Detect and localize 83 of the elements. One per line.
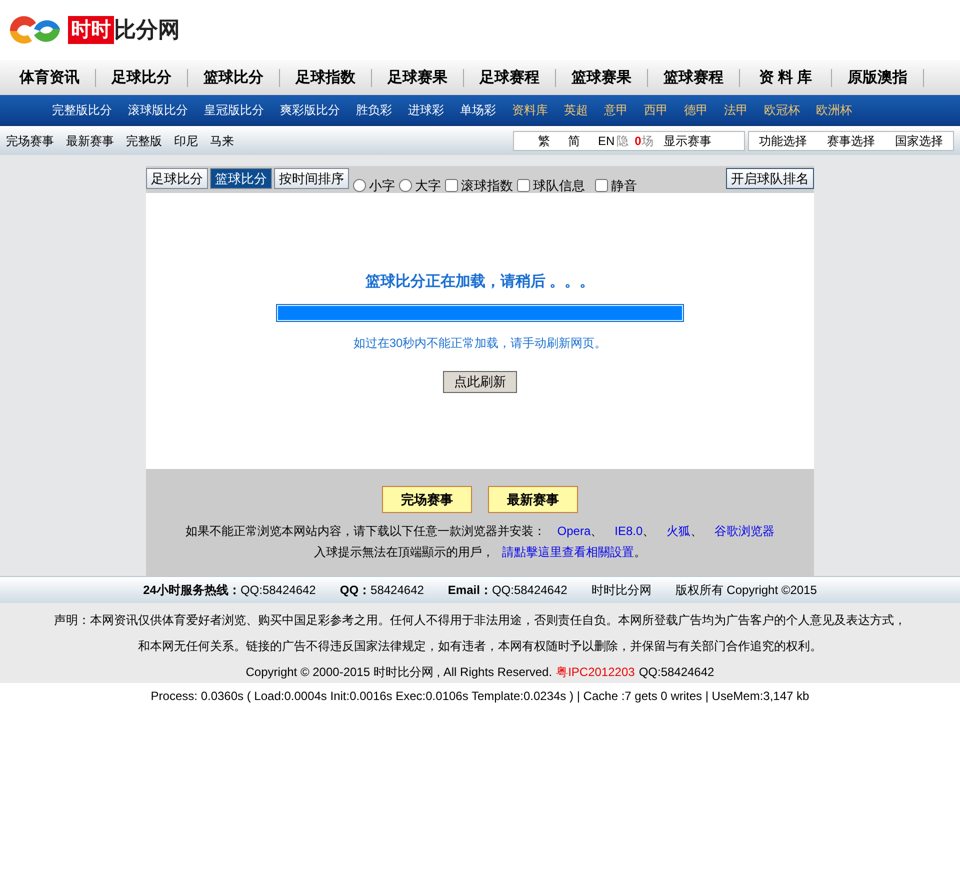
browser-link[interactable]: IE8.0 (614, 524, 643, 538)
nav-link[interactable]: 足球指数 (280, 68, 372, 86)
contact-label: Email： (448, 582, 492, 599)
team-rank-button[interactable]: 开启球队排名 (726, 168, 814, 189)
match-button[interactable]: 完场赛事 (382, 486, 472, 513)
sub-nav-link[interactable]: 皇冠版比分 (196, 101, 272, 119)
match-button[interactable]: 最新赛事 (488, 486, 578, 513)
language-link[interactable]: EN (598, 132, 615, 150)
nav-link[interactable]: 足球比分 (96, 68, 188, 86)
sub-nav-link[interactable]: 法甲 (716, 101, 756, 119)
sub-nav-link[interactable]: 德甲 (676, 101, 716, 119)
loading-hint: 如过在30秒内不能正常加载，请手动刷新网页。 (352, 334, 608, 352)
contact-label: QQ： (340, 582, 371, 599)
alert-note: 入球提示無法在頂端顯示的用戶， (314, 545, 494, 559)
separator: 、 (642, 524, 655, 538)
nav-link[interactable]: 足球赛程 (464, 68, 556, 86)
language-link[interactable]: 繁 (538, 132, 550, 150)
logo-text: 比分网 (114, 16, 180, 44)
contact-value: 58424642 (370, 582, 424, 599)
option-label: 滚球指数 (461, 177, 513, 195)
contact-value: QQ:58424642 (492, 582, 568, 599)
checkbox[interactable] (445, 179, 458, 192)
sub-nav-link[interactable]: 意甲 (596, 101, 636, 119)
hidden-label: 隐 (616, 132, 629, 150)
option-label: 小字 (369, 177, 395, 195)
sub-nav-link[interactable]: 欧洲杯 (808, 101, 860, 119)
score-tab[interactable]: 按时间排序 (274, 168, 349, 189)
disclaimer-text: 声明：本网资讯仅供体育爱好者浏览、购买中国足彩参考之用。任何人不得用于非法用途，否则责任自负。本网所登载广告均为广告客户的个人意见及表达方式， (53, 612, 907, 629)
settings-link[interactable]: 請點擊這里查看相關設置 (502, 545, 634, 559)
sub-nav-link[interactable]: 进球彩 (400, 101, 452, 119)
sub-nav-link[interactable]: 资料库 (504, 101, 556, 119)
separator: 、 (590, 524, 603, 538)
loading-title: 篮球比分正在加载，请稍后 。。。 (364, 272, 596, 292)
copyright-text: Copyright © 2000-2015 时时比分网 , All Rights Reserved. (246, 664, 552, 681)
score-tab[interactable]: 篮球比分 (210, 168, 272, 189)
sub-nav-link[interactable]: 爽彩版比分 (272, 101, 348, 119)
refresh-button[interactable]: 点此刷新 (443, 370, 517, 392)
nav-link[interactable]: 原版澳指 (832, 68, 924, 86)
option-label: 静音 (611, 177, 637, 195)
option-label: 球队信息 (533, 177, 585, 195)
browser-link[interactable]: 火狐 (666, 524, 691, 538)
quick-link[interactable]: 完整版 (126, 132, 162, 150)
disclaimer-text: 和本网无任何关系。链接的广告不得违反国家法律规定，如有违者，本网有权随时予以删除，并保留与有关部门合作追究的权利。 (137, 638, 823, 655)
sub-nav-link[interactable]: 单场彩 (452, 101, 504, 119)
nav-link[interactable]: 篮球比分 (188, 68, 280, 86)
nav-link[interactable]: 篮球赛果 (556, 68, 648, 86)
contact-value: QQ:58424642 (240, 582, 316, 599)
radio-button[interactable] (399, 179, 412, 192)
browser-link[interactable]: Opera (557, 524, 591, 538)
copyright-qq: QQ:58424642 (638, 664, 714, 681)
show-matches-link[interactable]: 显示赛事 (663, 132, 712, 150)
language-link[interactable]: 简 (568, 132, 580, 150)
quick-link[interactable]: 最新赛事 (66, 132, 114, 150)
browser-note: 如果不能正常浏览本网站内容，请下载以下任意一款浏览器并安装： (185, 524, 546, 538)
sub-nav-link[interactable]: 完整版比分 (44, 101, 120, 119)
nav-link[interactable]: 资 料 库 (740, 68, 832, 86)
separator: 、 (690, 524, 703, 538)
hidden-count: 0 (634, 132, 642, 150)
sub-nav-link[interactable]: 西甲 (636, 101, 676, 119)
checkbox[interactable] (517, 179, 530, 192)
hidden-unit: 场 (641, 132, 654, 150)
contact-value: 时时比分网 (591, 582, 652, 599)
logo-badge: 时时 (68, 16, 114, 44)
contact-value: 版权所有 Copyright ©2015 (675, 582, 817, 599)
nav-link[interactable]: 篮球赛程 (648, 68, 740, 86)
sub-nav-link[interactable]: 滚球版比分 (120, 101, 196, 119)
process-info: Process: 0.0360s ( Load:0.0004s Init:0.0016s Exec:0.0106s Template:0.0234s ) | Cache :7 gets 0 writes | UseMem:3,147 kb (150, 688, 810, 705)
sub-nav-link[interactable]: 胜负彩 (348, 101, 400, 119)
icp-link[interactable]: 粤IPC2012203 (556, 659, 635, 685)
contact-label: 24小时服务热线： (143, 582, 240, 599)
radio-button[interactable] (353, 179, 366, 192)
quick-link[interactable]: 马来 (210, 132, 234, 150)
nav-link[interactable]: 足球赛果 (372, 68, 464, 86)
browser-link[interactable]: 谷歌浏览器 (714, 524, 775, 538)
period: 。 (634, 545, 646, 559)
option-label: 大字 (415, 177, 441, 195)
score-tab[interactable]: 足球比分 (146, 168, 208, 189)
sub-nav-link[interactable]: 英超 (556, 101, 596, 119)
quick-link[interactable]: 印尼 (174, 132, 198, 150)
checkbox[interactable] (595, 179, 608, 192)
quick-link[interactable]: 完场赛事 (6, 132, 54, 150)
nav-link[interactable]: 体育资讯 (4, 68, 96, 86)
sub-nav-link[interactable]: 欧冠杯 (756, 101, 808, 119)
